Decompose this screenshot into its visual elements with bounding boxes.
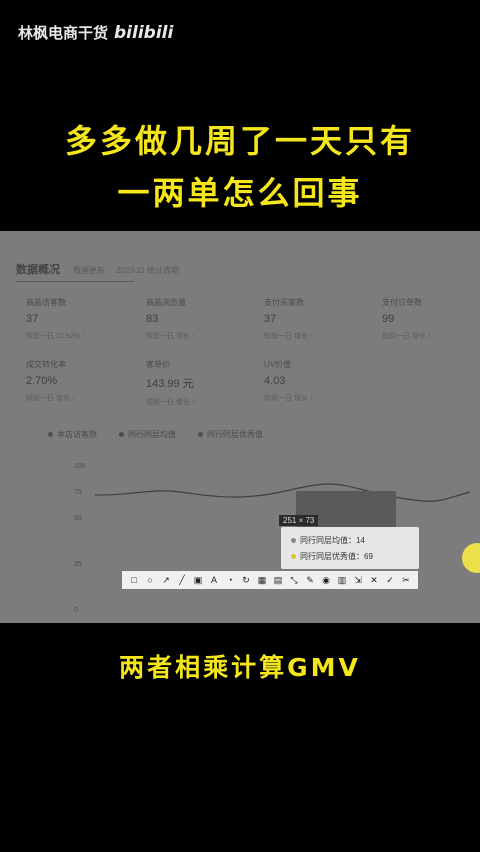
legend-item[interactable]: 同行同层优秀值	[198, 429, 263, 440]
bilibili-logo: bilibili	[114, 22, 174, 43]
series-dot-icon	[291, 554, 296, 559]
screenshot-panel: 数据概况 数据更新 2023-11 统计周期 商品访客数 37 较前一日 22.…	[0, 231, 480, 623]
floating-assistant-icon[interactable]	[462, 543, 480, 573]
title-underline	[16, 281, 134, 282]
panel-title-sub2: 2023-11 统计周期	[116, 266, 180, 275]
metric-card[interactable]: 商品浏览量 83 较前一日 增长 ↑	[146, 297, 256, 341]
watermark: 林枫电商干货 bilibili	[18, 22, 173, 43]
metric-card[interactable]: 客单价 143.99 元 较前一日 增长 ↑	[146, 359, 256, 407]
scissors-icon[interactable]: ✂	[401, 575, 412, 586]
chart-tooltip: 同行同层均值：14 同行同层优秀值：69	[281, 527, 419, 569]
metric-label: 支付订单数	[382, 298, 422, 307]
y-tick-label: 25	[74, 561, 82, 568]
headline-line-1: 多多做几周了一天只有	[64, 122, 415, 160]
y-tick-label: 0	[74, 607, 78, 614]
series-dot-icon	[291, 538, 296, 543]
metric-value: 83	[146, 313, 159, 325]
tooltip-row: 同行同层优秀值：69	[291, 551, 373, 562]
metric-change: 较前一日 增长 ↑	[382, 333, 432, 340]
chart-legend: 本店访客数 同行同层均值 同行同层优秀值	[48, 429, 263, 440]
line-tool-icon[interactable]: ╱	[177, 575, 188, 586]
metric-change: 较前一日 增长 ↑	[264, 333, 314, 340]
grid-icon[interactable]: ▦	[257, 575, 268, 586]
metric-label: 商品访客数	[26, 298, 66, 307]
metric-label: 商品浏览量	[146, 298, 186, 307]
pin-icon[interactable]: ▥	[337, 575, 348, 586]
legend-label: 同行同层优秀值	[207, 430, 263, 439]
record-icon[interactable]: ◉	[321, 575, 332, 586]
panel-title: 数据概况 数据更新 2023-11 统计周期	[16, 261, 187, 277]
metric-card[interactable]: 成交转化率 2.70% 较前一日 增长 ↑	[26, 359, 136, 403]
legend-label: 本店访客数	[57, 430, 97, 439]
tooltip-text: 同行同层均值：14	[300, 536, 365, 545]
metric-value: 143.99 元	[146, 378, 194, 390]
copy-icon[interactable]: ▤	[273, 575, 284, 586]
channel-name: 林枫电商干货	[18, 24, 109, 42]
selection-size-readout: 251 × 73	[279, 515, 319, 526]
legend-dot-icon	[119, 432, 124, 437]
pen-icon[interactable]: ✎	[305, 575, 316, 586]
metric-change: 较前一日 增长 ↑	[264, 395, 314, 402]
panel-title-text: 数据概况	[16, 264, 60, 276]
legend-label: 同行同层均值	[128, 430, 176, 439]
metric-card[interactable]: 商品访客数 37 较前一日 22.92% ↑	[26, 297, 136, 341]
legend-dot-icon	[198, 432, 203, 437]
metric-label: 客单价	[146, 360, 170, 369]
caption: 两者相乘计算GMV	[119, 653, 361, 682]
resize-icon[interactable]: ⤡	[289, 575, 300, 586]
tooltip-text: 同行同层优秀值：69	[300, 552, 373, 561]
legend-item[interactable]: 同行同层均值	[119, 429, 176, 440]
close-icon[interactable]: ✕	[369, 575, 380, 586]
trend-chart	[94, 483, 471, 502]
metric-value: 2.70%	[26, 375, 58, 387]
metric-change: 较前一日 增长 ↑	[146, 333, 196, 340]
legend-item[interactable]: 本店访客数	[48, 429, 97, 440]
number-tool-icon[interactable]: ◔	[225, 575, 236, 585]
undo-icon[interactable]: ↻	[241, 575, 252, 586]
metric-value: 37	[264, 313, 277, 325]
rectangle-tool-icon[interactable]: □	[129, 575, 140, 585]
arrow-tool-icon[interactable]: ↗	[161, 575, 172, 586]
metric-change: 较前一日 增长 ↑	[26, 395, 76, 402]
metric-card[interactable]: UV价值 4.03 较前一日 增长 ↑	[264, 359, 374, 403]
metric-change: 较前一日 22.92% ↑	[26, 333, 86, 340]
y-tick-label: 75	[74, 489, 82, 496]
headline-line-2: 一两单怎么回事	[117, 174, 363, 212]
tooltip-row: 同行同层均值：14	[291, 535, 365, 546]
metric-card[interactable]: 支付订单数 99 较前一日 增长 ↑	[382, 297, 480, 341]
confirm-icon[interactable]: ✓	[385, 575, 396, 586]
panel-title-sub1: 数据更新	[73, 266, 106, 275]
ellipse-tool-icon[interactable]: ○	[145, 575, 156, 585]
metric-label: 支付买家数	[264, 298, 304, 307]
trend-line	[94, 483, 471, 502]
metric-value: 99	[382, 313, 395, 325]
y-tick-label: 50	[74, 515, 82, 522]
metric-change: 较前一日 增长 ↑	[146, 399, 196, 406]
metric-value: 4.03	[264, 375, 286, 387]
mosaic-tool-icon[interactable]: ▣	[193, 575, 204, 586]
metric-label: 成交转化率	[26, 360, 66, 369]
screenshot-toolbar: □ ○ ↗ ╱ ▣ A ◔ ↻ ▦ ▤ ⤡ ✎ ◉ ▥ ⇲ ✕ ✓ ✂	[122, 571, 418, 589]
text-tool-icon[interactable]: A	[209, 575, 220, 585]
y-tick-label: 100	[74, 463, 86, 470]
metric-card[interactable]: 支付买家数 37 较前一日 增长 ↑	[264, 297, 374, 341]
save-icon[interactable]: ⇲	[353, 575, 364, 586]
metric-label: UV价值	[264, 360, 292, 369]
metric-value: 37	[26, 313, 39, 325]
legend-dot-icon	[48, 432, 53, 437]
